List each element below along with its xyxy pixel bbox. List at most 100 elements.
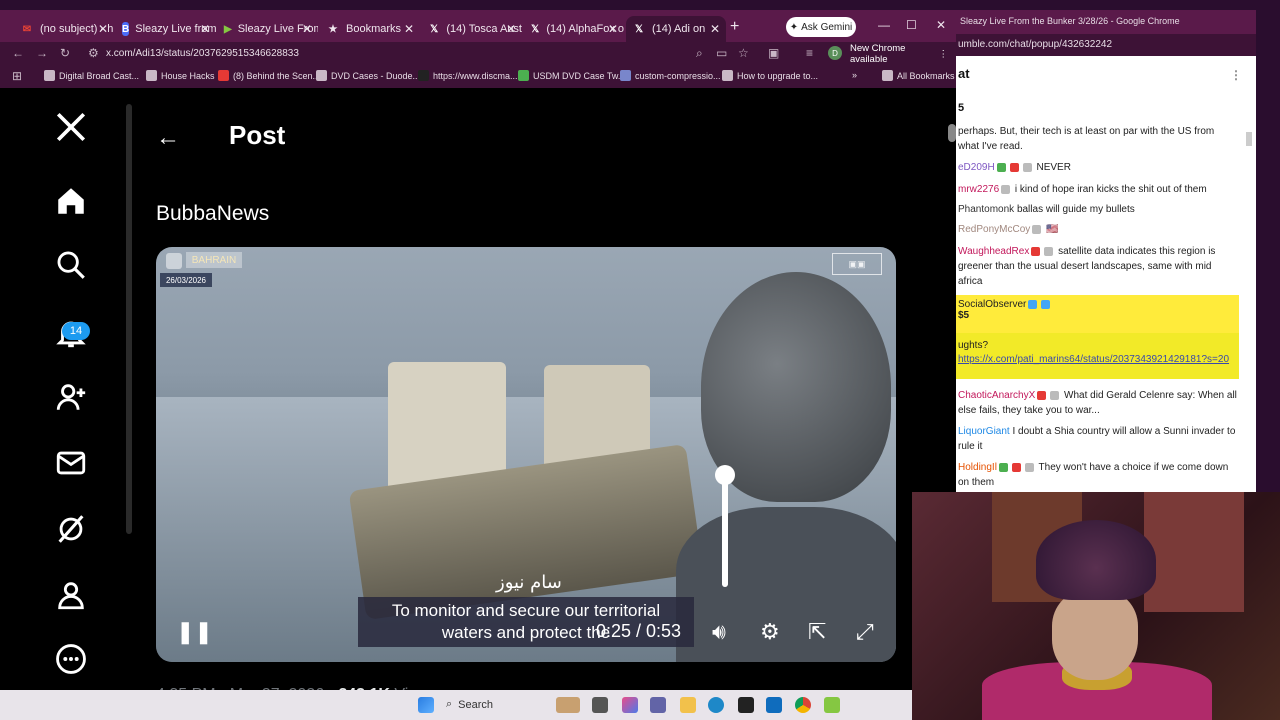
post-author[interactable]: BubbaNews [156, 202, 269, 226]
task-view-icon[interactable] [592, 697, 608, 713]
url-field[interactable]: x.com/Adi13/status/2037629515346628833 [106, 48, 299, 59]
tab-tosca[interactable]: 𝕏 (14) Tosca Aust ✕ [422, 16, 522, 42]
chat-username[interactable]: RedPonyMcCoy [958, 224, 1030, 235]
maximize-icon[interactable]: ☐ [906, 18, 917, 32]
badge-icon [1037, 390, 1047, 400]
chat-username[interactable]: eD209H [958, 162, 995, 173]
all-bookmarks[interactable]: All Bookmarks [882, 70, 955, 81]
pause-button[interactable]: ❚❚ [176, 619, 213, 645]
superchat: SocialObserver $5 ughts? https://x.com/p… [956, 295, 1239, 379]
copilot-icon[interactable] [622, 697, 638, 713]
page-title: Post [229, 120, 286, 150]
rumble-app-icon[interactable] [824, 697, 840, 713]
home-icon[interactable] [54, 184, 88, 218]
tab-bookmarks[interactable]: ★ Bookmarks ✕ [320, 16, 420, 42]
sidebar-scrollbar[interactable] [126, 104, 132, 534]
chat-username[interactable]: LiquorGiant [958, 426, 1010, 437]
cast-icon[interactable]: ▭ [716, 46, 727, 60]
settings-gear-icon[interactable]: ⚙ [760, 619, 780, 645]
site-info-icon[interactable]: ⚙ [88, 46, 99, 60]
close-icon[interactable]: ✕ [404, 22, 414, 36]
bookmark-label: (8) Behind the Scen... [233, 70, 321, 81]
reading-list-icon[interactable]: ≡ [806, 46, 813, 60]
profile-avatar[interactable]: D [828, 46, 842, 60]
video-player[interactable]: BAHRAIN 26/03/2026 ▣▣ سام نيوز To monito… [156, 247, 896, 662]
chat-scrollbar[interactable] [1246, 132, 1252, 146]
zoom-icon[interactable]: ⌕ [696, 46, 703, 61]
minimize-icon[interactable]: — [878, 18, 890, 32]
x-icon: 𝕏 [430, 23, 439, 35]
bookmark-item[interactable]: custom-compressio... [620, 70, 721, 81]
chrome-icon[interactable] [795, 697, 811, 713]
chat-username[interactable]: HoldingIl [958, 462, 997, 473]
mail-icon[interactable] [54, 446, 88, 480]
volume-icon[interactable]: 🔊︎ [712, 619, 726, 645]
more-icon[interactable] [54, 642, 88, 676]
tab-adi[interactable]: 𝕏 (14) Adi on ✕ [626, 16, 726, 42]
close-icon[interactable]: ✕ [710, 22, 720, 36]
bookmark-label: USDM DVD Case Tw... [533, 70, 626, 81]
close-window-icon[interactable]: ✕ [936, 18, 946, 32]
x-sidebar [40, 90, 102, 690]
chrome-update-button[interactable]: New Chrome available ⋮ [850, 43, 948, 65]
reload-icon[interactable]: ↻ [60, 46, 70, 60]
mail-app-icon[interactable] [766, 697, 782, 713]
bookmark-item[interactable]: Digital Broad Cast... [44, 70, 139, 81]
volume-knob[interactable] [715, 465, 735, 485]
chat-username[interactable]: Phantomonk [958, 204, 1014, 215]
windows-start-icon[interactable] [418, 697, 434, 713]
chat-username[interactable]: WaughheadRex [958, 246, 1029, 257]
chat-username[interactable]: mrw2276 [958, 184, 999, 195]
bookmark-item[interactable]: USDM DVD Case Tw... [518, 70, 625, 81]
chat-username[interactable]: ChaoticAnarchyX [958, 390, 1035, 401]
tab-sleazy-2[interactable]: ▶ Sleazy Live From ✕ [218, 16, 318, 42]
back-icon[interactable]: ← [12, 46, 24, 60]
grok-icon[interactable] [54, 512, 88, 546]
chat-url[interactable]: umble.com/chat/popup/432632242 [956, 34, 1256, 56]
chat-popup-window: Sleazy Live From the Bunker 3/28/26 - Go… [956, 10, 1256, 492]
close-icon[interactable]: ✕ [608, 22, 618, 36]
close-icon[interactable]: ✕ [200, 22, 210, 36]
follow-icon[interactable] [54, 380, 88, 414]
x-logo-icon[interactable] [54, 110, 88, 144]
profile-icon[interactable] [54, 578, 88, 612]
close-icon[interactable]: ✕ [302, 22, 312, 36]
superchat-link[interactable]: https://x.com/pati_marins64/status/20373… [958, 354, 1229, 365]
bookmark-item[interactable]: How to upgrade to... [722, 70, 818, 81]
bookmark-star-icon[interactable]: ☆ [738, 46, 749, 60]
edge-icon[interactable] [708, 697, 724, 713]
new-tab-button[interactable]: + [730, 18, 739, 36]
bookmark-item[interactable]: (8) Behind the Scen... [218, 70, 320, 81]
search-icon[interactable] [54, 248, 88, 282]
extension-icon[interactable]: ▣ [768, 46, 779, 60]
chat-username[interactable]: SocialObserver [958, 299, 1026, 310]
back-arrow-icon[interactable]: ← [156, 124, 180, 152]
tab-gmail[interactable]: ✉ (no subject) - h ✕ [14, 16, 114, 42]
tab-alphafox[interactable]: 𝕏 (14) AlphaFox o ✕ [524, 16, 624, 42]
bookmark-item[interactable]: DVD Cases - Duode... [316, 70, 420, 81]
bookmarks-bar: ⊞ Digital Broad Cast... House Hacks (8) … [0, 66, 956, 88]
chat-header-label: at [958, 66, 970, 81]
tab-sleazy-1[interactable]: B Sleazy Live from ✕ [116, 16, 216, 42]
forward-icon[interactable]: → [36, 46, 48, 60]
youtube-icon [218, 70, 229, 81]
file-explorer-icon[interactable] [680, 697, 696, 713]
fullscreen-icon[interactable]: ⤢ [856, 619, 874, 645]
ask-gemini-button[interactable]: ✦ Ask Gemini [786, 17, 856, 37]
pip-icon[interactable]: ⇱ [808, 619, 826, 645]
streamer-hat [1036, 520, 1156, 600]
store-icon[interactable] [738, 697, 754, 713]
page-scrollbar[interactable] [948, 124, 956, 142]
bookmark-item[interactable]: https://www.discma... [418, 70, 518, 81]
more-icon[interactable]: ⋮ [1230, 68, 1242, 82]
teams-icon[interactable] [650, 697, 666, 713]
more-bookmarks-icon[interactable]: » [852, 70, 857, 80]
folder-icon [316, 70, 327, 81]
close-icon[interactable]: ✕ [506, 22, 516, 36]
taskbar-search[interactable]: ⌕ Search [446, 698, 493, 711]
chat-message: perhaps. But, their tech is at least on … [958, 124, 1238, 154]
apps-icon[interactable]: ⊞ [12, 69, 22, 83]
close-icon[interactable]: ✕ [98, 22, 108, 36]
video-time: 0:25 / 0:53 [596, 621, 682, 641]
bookmark-item[interactable]: House Hacks [146, 70, 215, 81]
